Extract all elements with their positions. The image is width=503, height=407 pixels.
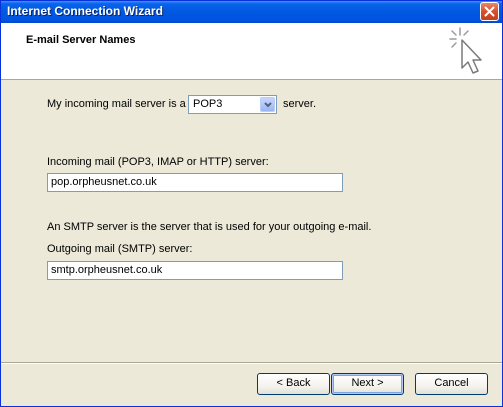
footer-divider — [1, 362, 502, 364]
back-button[interactable]: < Back — [257, 373, 330, 395]
smtp-info-text: An SMTP server is the server that is use… — [47, 221, 372, 233]
outgoing-server-value: smtp.orpheusnet.co.uk — [51, 264, 163, 276]
outgoing-server-label: Outgoing mail (SMTP) server: — [47, 243, 193, 255]
title-bar[interactable]: Internet Connection Wizard — [1, 1, 502, 23]
incoming-server-value: pop.orpheusnet.co.uk — [51, 176, 157, 188]
incoming-server-type-select[interactable]: POP3 — [188, 95, 277, 114]
incoming-type-suffix: server. — [283, 98, 317, 110]
wizard-window: Internet Connection Wizard E-mail Server… — [0, 0, 503, 407]
close-button[interactable] — [480, 2, 499, 21]
incoming-server-input[interactable]: pop.orpheusnet.co.uk — [47, 173, 343, 192]
wizard-cursor-icon — [449, 27, 482, 74]
close-icon — [484, 6, 495, 17]
incoming-type-label: My incoming mail server is a — [47, 98, 186, 110]
cancel-button[interactable]: Cancel — [415, 373, 488, 395]
window-title: Internet Connection Wizard — [7, 4, 163, 18]
wizard-header: E-mail Server Names — [1, 23, 502, 80]
incoming-server-label: Incoming mail (POP3, IMAP or HTTP) serve… — [47, 156, 269, 168]
incoming-server-type-value: POP3 — [193, 98, 223, 110]
dropdown-button[interactable] — [260, 97, 275, 112]
outgoing-server-input[interactable]: smtp.orpheusnet.co.uk — [47, 261, 343, 280]
chevron-down-icon — [264, 102, 272, 108]
page-title: E-mail Server Names — [26, 34, 136, 46]
next-button[interactable]: Next > — [331, 373, 404, 395]
